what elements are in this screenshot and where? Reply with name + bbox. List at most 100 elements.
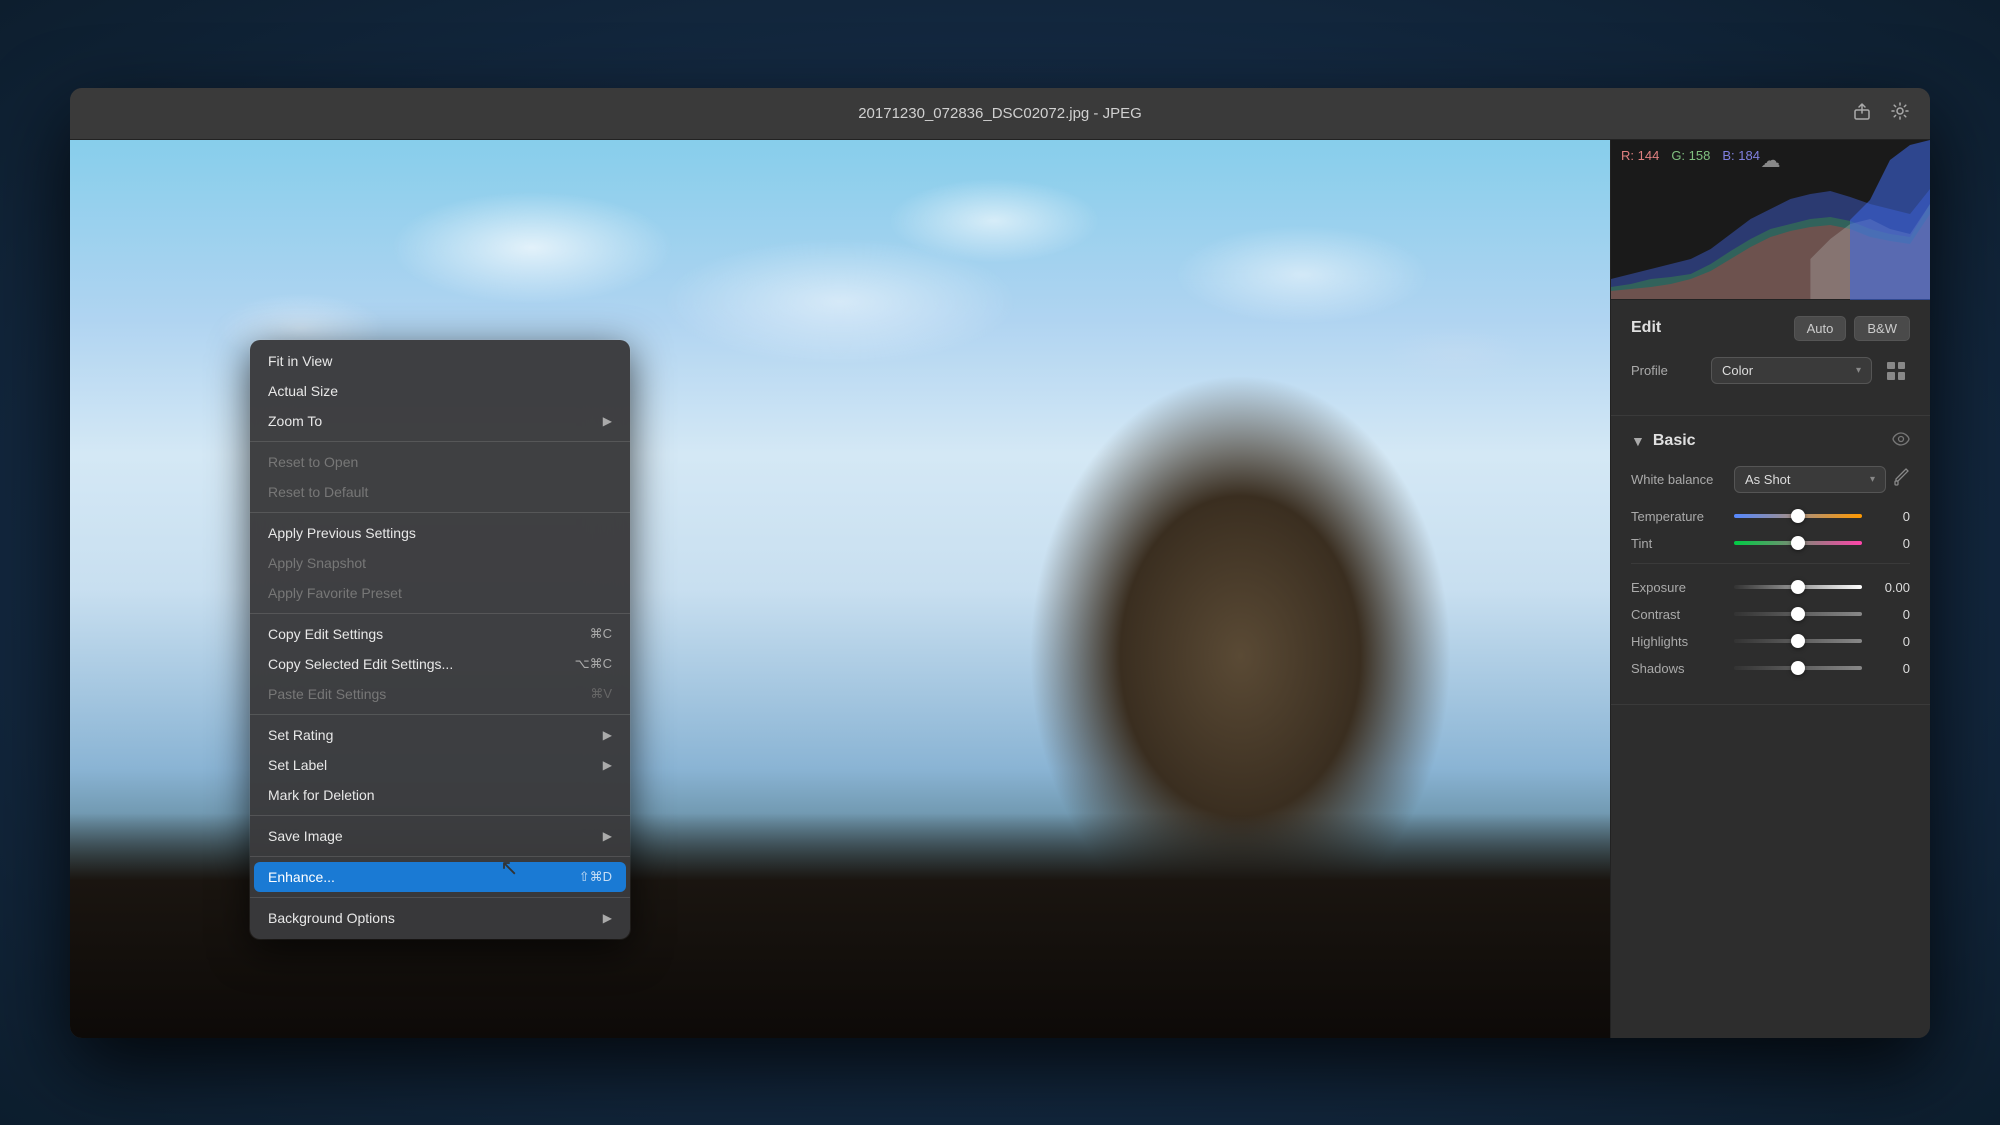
set-label-arrow: ▶	[603, 758, 612, 772]
menu-item-apply-snapshot: Apply Snapshot	[250, 548, 630, 578]
menu-item-reset-to-open: Reset to Open	[250, 447, 630, 477]
profile-label: Profile	[1631, 363, 1701, 378]
zoom-to-arrow: ▶	[603, 414, 612, 428]
title-bar: 20171230_072836_DSC02072.jpg - JPEG	[70, 88, 1930, 140]
temperature-label: Temperature	[1631, 509, 1726, 524]
context-menu: Fit in View Actual Size Zoom To ▶ Reset	[250, 340, 630, 939]
menu-item-enhance[interactable]: Enhance... ⇧⌘D	[254, 862, 626, 892]
title-bar-controls	[1852, 101, 1910, 126]
wb-chevron: ▾	[1870, 474, 1875, 485]
white-balance-label: White balance	[1631, 472, 1726, 487]
b-value: B: 184	[1722, 148, 1760, 163]
contrast-thumb[interactable]	[1791, 607, 1805, 621]
separator-1	[250, 441, 630, 442]
separator-3	[250, 613, 630, 614]
white-balance-dropdown[interactable]: As Shot ▾	[1734, 466, 1886, 493]
basic-divider	[1631, 563, 1910, 564]
exposure-thumb[interactable]	[1791, 580, 1805, 594]
highlights-value: 0	[1870, 634, 1910, 649]
menu-item-paste-edit-settings: Paste Edit Settings ⌘V	[250, 679, 630, 709]
exposure-slider[interactable]	[1734, 585, 1862, 589]
edit-section: Edit Auto B&W Profile Color ▾	[1611, 300, 1930, 416]
shadows-slider[interactable]	[1734, 666, 1862, 670]
save-image-arrow: ▶	[603, 829, 612, 843]
menu-item-actual-size[interactable]: Actual Size	[250, 376, 630, 406]
basic-section: ▼ Basic White balance	[1611, 416, 1930, 705]
profile-grid-icon[interactable]	[1882, 357, 1910, 385]
r-value: R: 144	[1621, 148, 1659, 163]
edit-buttons: Auto B&W	[1794, 316, 1910, 341]
copy-edit-shortcut: ⌘C	[590, 626, 612, 642]
highlights-row: Highlights 0	[1631, 634, 1910, 649]
separator-7	[250, 897, 630, 898]
temperature-row: Temperature 0	[1631, 509, 1910, 524]
highlights-label: Highlights	[1631, 634, 1726, 649]
menu-item-apply-favorite-preset: Apply Favorite Preset	[250, 578, 630, 608]
shadows-label: Shadows	[1631, 661, 1726, 676]
basic-title-row: ▼ Basic	[1631, 432, 1910, 450]
bw-button[interactable]: B&W	[1854, 316, 1910, 341]
tint-slider[interactable]	[1734, 541, 1862, 545]
shadows-thumb[interactable]	[1791, 661, 1805, 675]
desktop-background: 20171230_072836_DSC02072.jpg - JPEG	[0, 0, 2000, 1125]
exposure-label: Exposure	[1631, 580, 1726, 595]
tint-label: Tint	[1631, 536, 1726, 551]
exposure-value: 0.00	[1870, 580, 1910, 595]
menu-item-background-options[interactable]: Background Options ▶	[250, 903, 630, 933]
tint-value: 0	[1870, 536, 1910, 551]
profile-chevron: ▾	[1856, 365, 1861, 376]
contrast-slider[interactable]	[1734, 612, 1862, 616]
menu-item-set-label[interactable]: Set Label ▶	[250, 750, 630, 780]
image-area: Fit in View Actual Size Zoom To ▶ Reset	[70, 140, 1610, 1038]
tint-row: Tint 0	[1631, 536, 1910, 551]
temperature-thumb[interactable]	[1791, 509, 1805, 523]
white-balance-row: White balance As Shot ▾	[1631, 466, 1910, 493]
menu-item-reset-to-default: Reset to Default	[250, 477, 630, 507]
edit-title: Edit	[1631, 319, 1661, 337]
menu-item-copy-edit-settings[interactable]: Copy Edit Settings ⌘C	[250, 619, 630, 649]
temperature-value: 0	[1870, 509, 1910, 524]
paste-shortcut: ⌘V	[590, 686, 612, 702]
menu-item-apply-previous-settings[interactable]: Apply Previous Settings	[250, 518, 630, 548]
separator-2	[250, 512, 630, 513]
main-content: Fit in View Actual Size Zoom To ▶ Reset	[70, 140, 1930, 1038]
highlights-thumb[interactable]	[1791, 634, 1805, 648]
application-window: 20171230_072836_DSC02072.jpg - JPEG	[70, 88, 1930, 1038]
highlights-slider[interactable]	[1734, 639, 1862, 643]
background-options-arrow: ▶	[603, 911, 612, 925]
separator-4	[250, 714, 630, 715]
eyedropper-icon[interactable]	[1894, 467, 1910, 492]
settings-icon[interactable]	[1890, 101, 1910, 126]
tint-thumb[interactable]	[1791, 536, 1805, 550]
separator-5	[250, 815, 630, 816]
contrast-row: Contrast 0	[1631, 607, 1910, 622]
menu-item-zoom-to[interactable]: Zoom To ▶	[250, 406, 630, 436]
shadows-value: 0	[1870, 661, 1910, 676]
g-value: G: 158	[1671, 148, 1710, 163]
shadows-row: Shadows 0	[1631, 661, 1910, 676]
separator-6	[250, 856, 630, 857]
menu-item-mark-for-deletion[interactable]: Mark for Deletion	[250, 780, 630, 810]
contrast-label: Contrast	[1631, 607, 1726, 622]
set-rating-arrow: ▶	[603, 728, 612, 742]
profile-dropdown[interactable]: Color ▾	[1711, 357, 1872, 384]
exposure-row: Exposure 0.00	[1631, 580, 1910, 595]
edit-section-header: Edit Auto B&W	[1631, 316, 1910, 341]
menu-item-fit-in-view[interactable]: Fit in View	[250, 346, 630, 376]
menu-item-save-image[interactable]: Save Image ▶	[250, 821, 630, 851]
window-title: 20171230_072836_DSC02072.jpg - JPEG	[858, 105, 1142, 122]
right-panel: ☁ R: 144 G: 158 B: 184	[1610, 140, 1930, 1038]
basic-eye-icon[interactable]	[1892, 432, 1910, 449]
profile-row: Profile Color ▾	[1631, 357, 1910, 385]
temperature-slider[interactable]	[1734, 514, 1862, 518]
enhance-shortcut: ⇧⌘D	[579, 869, 612, 885]
auto-button[interactable]: Auto	[1794, 316, 1847, 341]
basic-left: ▼ Basic	[1631, 432, 1696, 450]
histogram-area: ☁ R: 144 G: 158 B: 184	[1611, 140, 1930, 300]
copy-selected-shortcut: ⌥⌘C	[575, 656, 612, 672]
menu-item-set-rating[interactable]: Set Rating ▶	[250, 720, 630, 750]
basic-collapse-arrow[interactable]: ▼	[1631, 433, 1645, 449]
contrast-value: 0	[1870, 607, 1910, 622]
share-icon[interactable]	[1852, 101, 1872, 126]
menu-item-copy-selected-edit-settings[interactable]: Copy Selected Edit Settings... ⌥⌘C	[250, 649, 630, 679]
